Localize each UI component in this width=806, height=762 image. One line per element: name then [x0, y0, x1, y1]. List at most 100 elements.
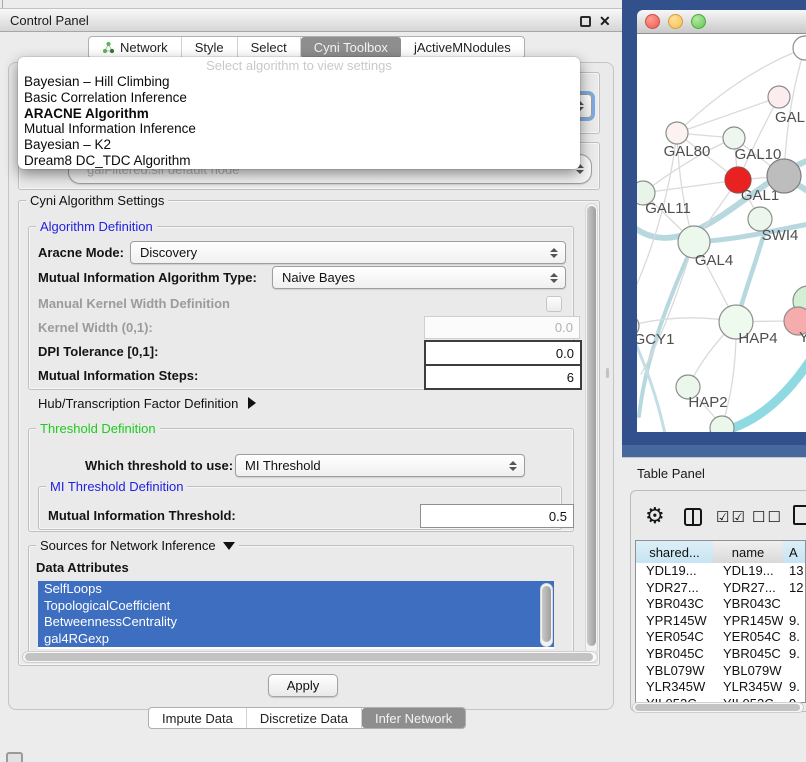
- network-node-label: GAL80: [664, 143, 711, 160]
- sources-group-title[interactable]: Sources for Network Inference: [36, 538, 239, 553]
- tab-style[interactable]: Style: [182, 37, 238, 58]
- attributes-vertical-scrollbar[interactable]: [540, 583, 553, 647]
- split-columns-icon[interactable]: [684, 508, 702, 526]
- node-table: shared... name A YDL19...YDL19...13YDR27…: [635, 540, 806, 703]
- table-cell: YPR145W: [636, 613, 713, 630]
- settings-horizontal-scrollbar-thumb[interactable]: [25, 653, 593, 661]
- algorithm-option[interactable]: Basic Correlation Inference: [18, 90, 580, 106]
- network-node[interactable]: [793, 36, 806, 60]
- hub-definition-label: Hub/Transcription Factor Definition: [38, 396, 238, 411]
- network-node[interactable]: [666, 122, 688, 144]
- tab-cyni-toolbox[interactable]: Cyni Toolbox: [301, 37, 401, 58]
- table-cell: YLR345W: [636, 679, 713, 696]
- network-node-label: HAP4: [738, 330, 777, 347]
- hub-definition-toggle[interactable]: Hub/Transcription Factor Definition: [38, 394, 256, 412]
- network-node-label: GAL10: [735, 146, 782, 163]
- column-header-shared-name[interactable]: shared...: [636, 541, 714, 564]
- network-desktop-edge: [622, 445, 806, 457]
- manual-kernel-checkbox[interactable]: [546, 296, 562, 312]
- tab-impute-data[interactable]: Impute Data: [149, 708, 247, 728]
- split-pane-handle[interactable]: [606, 368, 609, 378]
- table-cell: [783, 663, 806, 680]
- mi-steps-field[interactable]: 6: [424, 364, 582, 390]
- apply-button[interactable]: Apply: [268, 674, 338, 697]
- algorithm-popup-list: Bayesian – Hill ClimbingBasic Correlatio…: [18, 74, 580, 169]
- settings-vertical-scrollbar[interactable]: [585, 203, 598, 655]
- attribute-item[interactable]: SelfLoops: [38, 581, 554, 598]
- tab-select[interactable]: Select: [238, 37, 301, 58]
- tab-label: Style: [195, 40, 224, 55]
- table-cell: YDR27...: [713, 580, 783, 597]
- table-cell: YBR045C: [713, 646, 783, 663]
- table-row[interactable]: YDR27...YDR27...12: [636, 580, 806, 597]
- table-row[interactable]: YBR043CYBR043C: [636, 596, 806, 613]
- sources-title-text: Sources for Network Inference: [40, 538, 216, 553]
- new-document-icon[interactable]: [793, 505, 806, 525]
- algorithm-option[interactable]: Bayesian – Hill Climbing: [18, 74, 580, 90]
- table-cell: YLR345W: [713, 679, 783, 696]
- minimize-traffic-light[interactable]: [668, 14, 683, 29]
- network-window-titlebar[interactable]: [637, 10, 806, 34]
- algorithm-option[interactable]: ARACNE Algorithm: [18, 106, 580, 122]
- network-view[interactable]: GALGAL80GAL10GAL1GAL11SWI4GAL4GCY1HAP4YH…: [637, 34, 806, 432]
- kernel-width-field[interactable]: 0.0: [424, 316, 580, 339]
- kernel-width-label: Kernel Width (0,1):: [38, 320, 153, 335]
- network-node-label: GAL11: [645, 200, 691, 217]
- gear-icon[interactable]: ⚙: [645, 505, 665, 527]
- network-node-label: HAP2: [688, 394, 727, 411]
- table-row[interactable]: YBR045CYBR045C9.: [636, 646, 806, 663]
- close-traffic-light[interactable]: [645, 14, 660, 29]
- table-row[interactable]: YDL19...YDL19...13: [636, 563, 806, 580]
- clear-selection-icon[interactable]: ☐☐: [752, 510, 783, 526]
- data-attributes-list[interactable]: SelfLoopsTopologicalCoefficientBetweenne…: [38, 581, 554, 649]
- algorithm-option[interactable]: Dream8 DC_TDC Algorithm: [18, 153, 580, 169]
- network-node[interactable]: [767, 159, 801, 193]
- algorithm-definition-title: Algorithm Definition: [36, 219, 157, 234]
- which-threshold-combo[interactable]: MI Threshold: [235, 454, 525, 477]
- mi-type-label: Mutual Information Algorithm Type:: [38, 270, 257, 285]
- tab-jactivemnodules[interactable]: jActiveMNodules: [401, 37, 524, 58]
- table-row[interactable]: YBL079WYBL079W: [636, 663, 806, 680]
- attribute-item[interactable]: BetweennessCentrality: [38, 614, 554, 631]
- attribute-item[interactable]: TopologicalCoefficient: [38, 598, 554, 615]
- settings-horizontal-scrollbar[interactable]: [22, 651, 598, 663]
- network-canvas-svg[interactable]: GALGAL80GAL10GAL1GAL11SWI4GAL4GCY1HAP4YH…: [637, 34, 806, 432]
- attribute-item[interactable]: gal4RGexp: [38, 631, 554, 648]
- settings-vertical-scrollbar-thumb[interactable]: [587, 206, 596, 646]
- algorithm-option[interactable]: Bayesian – K2: [18, 137, 580, 153]
- table-cell: YDL19...: [713, 563, 783, 580]
- table-row[interactable]: YLR345WYLR345W9.: [636, 679, 806, 696]
- select-all-checkboxes-icon[interactable]: ☑☑: [716, 510, 747, 526]
- tab-label: Network: [120, 40, 168, 55]
- column-header-name[interactable]: name: [713, 541, 784, 564]
- table-cell: 8.: [783, 629, 806, 646]
- table-rows: YDL19...YDL19...13YDR27...YDR27...12YBR0…: [636, 563, 806, 703]
- table-cell: YBL079W: [713, 663, 783, 680]
- tab-network[interactable]: Network: [89, 37, 182, 58]
- table-row[interactable]: YER054CYER054C8.: [636, 629, 806, 646]
- tab-label: Select: [251, 40, 287, 55]
- float-window-icon[interactable]: [580, 16, 591, 27]
- network-node[interactable]: [768, 86, 790, 108]
- threshold-definition-title: Threshold Definition: [36, 421, 160, 436]
- table-horizontal-scrollbar[interactable]: [632, 702, 804, 713]
- mi-threshold-field[interactable]: 0.5: [420, 504, 574, 528]
- dpi-tolerance-field[interactable]: 0.0: [424, 340, 582, 366]
- column-header-clipped[interactable]: A: [783, 541, 806, 564]
- table-row[interactable]: YPR145WYPR145W9.: [636, 613, 806, 630]
- minimized-panel-icon[interactable]: [6, 752, 23, 762]
- network-node[interactable]: [710, 416, 734, 432]
- cyni-algorithm-settings-title: Cyni Algorithm Settings: [26, 193, 168, 208]
- tab-discretize-data[interactable]: Discretize Data: [247, 708, 362, 728]
- close-window-icon[interactable]: ✕: [599, 12, 611, 30]
- tab-infer-network[interactable]: Infer Network: [362, 708, 465, 728]
- table-horizontal-scrollbar-thumb[interactable]: [635, 704, 800, 711]
- algorithm-option[interactable]: Mutual Information Inference: [18, 121, 580, 137]
- table-panel-separator: [622, 457, 806, 458]
- attributes-vertical-scrollbar-thumb[interactable]: [542, 586, 551, 642]
- mi-type-combo[interactable]: Naive Bayes: [272, 266, 566, 289]
- network-node-label: GCY1: [637, 331, 674, 348]
- aracne-mode-combo[interactable]: Discovery: [130, 241, 566, 264]
- zoom-traffic-light[interactable]: [691, 14, 706, 29]
- network-icon: [102, 41, 115, 54]
